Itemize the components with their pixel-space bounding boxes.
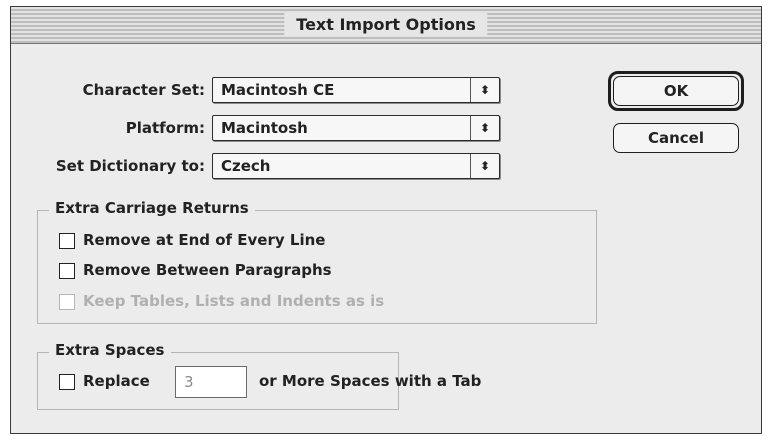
remove-end-of-line-label[interactable]: Remove at End of Every Line <box>83 231 325 249</box>
keep-tables-checkbox <box>59 294 75 310</box>
replace-spaces-checkbox[interactable] <box>59 374 75 390</box>
platform-select[interactable]: Macintosh ⬍ <box>212 115 500 141</box>
title-bar[interactable]: Text Import Options <box>11 7 761 44</box>
extra-spaces-title: Extra Spaces <box>49 341 171 359</box>
remove-between-paragraphs-checkbox[interactable] <box>59 263 75 279</box>
select-arrows-icon: ⬍ <box>470 78 499 102</box>
ok-button[interactable]: OK <box>613 76 739 106</box>
spaces-suffix-label: or More Spaces with a Tab <box>259 372 482 390</box>
dictionary-value: Czech <box>221 157 271 175</box>
remove-end-of-line-checkbox[interactable] <box>59 233 75 249</box>
select-arrows-icon: ⬍ <box>470 116 499 140</box>
set-dictionary-label: Set Dictionary to: <box>55 157 205 175</box>
dialog-title: Text Import Options <box>284 13 488 36</box>
cancel-button[interactable]: Cancel <box>613 123 739 153</box>
space-count-input[interactable]: 3 <box>175 366 247 398</box>
text-import-options-dialog: Text Import Options Character Set: Macin… <box>10 6 762 434</box>
select-arrows-icon: ⬍ <box>470 154 499 178</box>
extra-carriage-returns-title: Extra Carriage Returns <box>49 199 255 217</box>
character-set-select[interactable]: Macintosh CE ⬍ <box>212 77 500 103</box>
platform-value: Macintosh <box>221 119 308 137</box>
dictionary-select[interactable]: Czech ⬍ <box>212 153 500 179</box>
platform-label: Platform: <box>125 119 205 137</box>
keep-tables-label: Keep Tables, Lists and Indents as is <box>83 292 385 310</box>
character-set-label: Character Set: <box>82 81 205 99</box>
character-set-value: Macintosh CE <box>221 81 335 99</box>
replace-label[interactable]: Replace <box>83 372 150 390</box>
remove-between-paragraphs-label[interactable]: Remove Between Paragraphs <box>83 261 332 279</box>
